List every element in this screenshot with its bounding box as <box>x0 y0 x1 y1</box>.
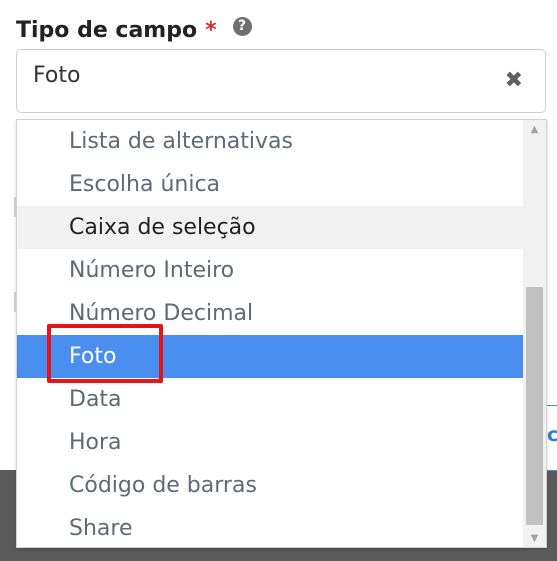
dropdown-option[interactable]: Hora <box>17 421 523 464</box>
dropdown-option[interactable]: Lista de alternativas <box>17 120 523 163</box>
dropdown-option[interactable]: Número Inteiro <box>17 249 523 292</box>
close-icon[interactable]: ✖ <box>505 70 523 92</box>
field-label: Tipo de campo <box>16 17 198 43</box>
select-value: Foto <box>33 63 81 88</box>
dropdown-option[interactable]: Código de barras <box>17 464 523 507</box>
annotation-highlight-box <box>47 324 163 383</box>
field-type-select[interactable]: Foto ✖ <box>16 49 546 113</box>
dropdown-option[interactable]: Share <box>17 507 523 547</box>
required-indicator: * <box>205 17 217 43</box>
scrollbar-thumb[interactable] <box>526 287 543 525</box>
scroll-down-arrow-icon[interactable]: ▼ <box>523 529 546 547</box>
help-icon[interactable]: ? <box>232 16 252 36</box>
dropdown-option[interactable]: Data <box>17 378 523 421</box>
background-partial-text: c <box>547 424 557 446</box>
scrollbar[interactable]: ▲ ▼ <box>523 120 546 547</box>
dropdown-option-hovered[interactable]: Caixa de seleção <box>17 206 523 249</box>
dropdown-option[interactable]: Escolha única <box>17 163 523 206</box>
scroll-up-arrow-icon[interactable]: ▲ <box>523 120 546 138</box>
field-label-row: Tipo de campo * ? <box>16 14 252 46</box>
